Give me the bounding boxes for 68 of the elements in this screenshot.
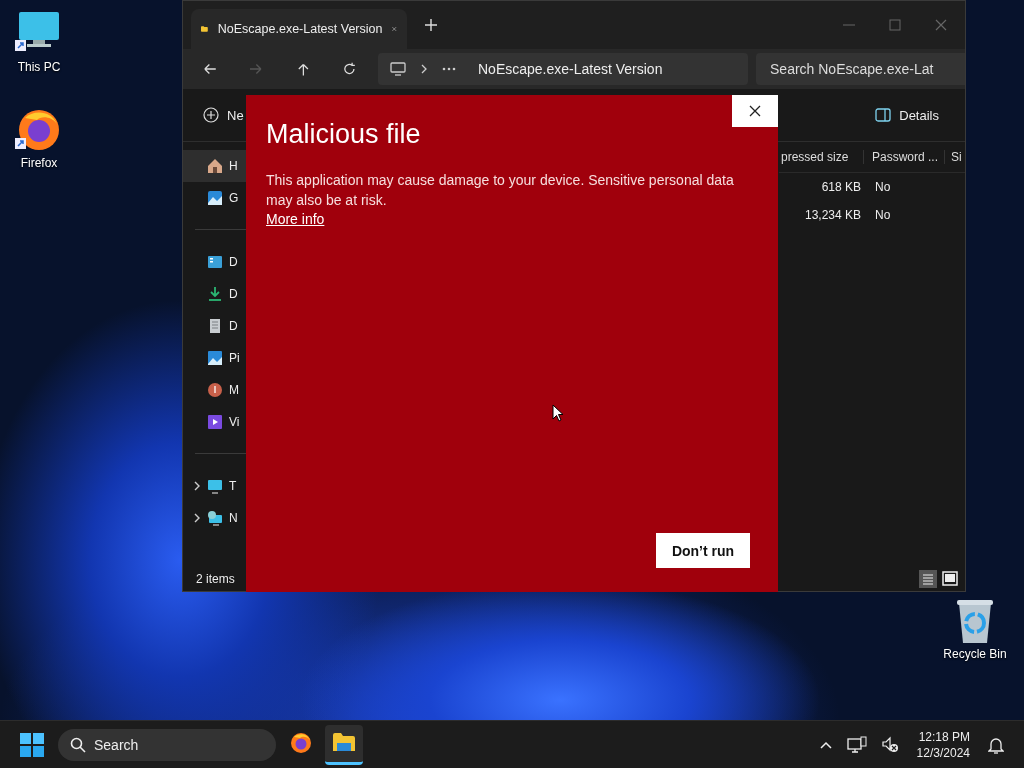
column-header[interactable]: Password ...: [864, 150, 945, 164]
preview-view-icon[interactable]: [941, 570, 959, 588]
network-icon[interactable]: [846, 735, 867, 754]
start-icon[interactable]: [20, 732, 44, 757]
table-cell-text: No: [874, 208, 891, 222]
new-button[interactable]: Ne: [203, 107, 244, 123]
address-path: NoEscape.exe-Latest Version: [478, 61, 663, 77]
close-icon: [749, 105, 761, 117]
sidebar-item[interactable]: Vi: [183, 406, 247, 438]
desktop-icon-label[interactable]: Recycle Bin: [943, 647, 1007, 661]
network-icon: [207, 510, 223, 526]
desktop-icon-label[interactable]: Firefox: [20, 156, 58, 170]
new-tab-icon[interactable]: [425, 19, 437, 31]
chevron-icon[interactable]: [193, 480, 201, 492]
chevron-icon[interactable]: [193, 512, 201, 524]
sidebar-item[interactable]: D: [183, 246, 247, 278]
close-button[interactable]: [732, 95, 778, 127]
chevron-icon[interactable]: [420, 63, 428, 75]
column-header[interactable]: pressed size: [779, 150, 864, 164]
tab-title: NoEscape.exe-Latest Version: [217, 22, 383, 36]
close-icon[interactable]: [935, 19, 947, 31]
computer-icon: [207, 478, 223, 494]
picture-icon: [207, 350, 223, 366]
table-cell-text: 13,234 KB: [803, 208, 861, 222]
address-bar[interactable]: NoEscape.exe-Latest Version: [378, 53, 748, 85]
details-pane-icon: [875, 108, 892, 122]
sidebar-item[interactable]: D: [183, 310, 247, 342]
search-field[interactable]: Search NoEscape.exe-Lat: [756, 53, 965, 85]
desktop-icon-label[interactable]: This PC: [17, 60, 61, 74]
document-icon: [207, 318, 223, 334]
video-icon: [207, 414, 223, 430]
sidebar-item[interactable]: M: [183, 374, 247, 406]
gallery-icon: [207, 190, 223, 206]
browser-icon: [289, 731, 313, 755]
warning-message: This application may cause damage to your device. Sensitive personal data may also be at risk.: [266, 171, 735, 210]
window-tab[interactable]: NoEscape.exe-Latest Version: [191, 9, 407, 49]
dont-run-button[interactable]: Don’t run: [656, 533, 750, 568]
computer-icon: [390, 62, 406, 76]
item-count: 2 items: [196, 572, 235, 586]
clock-time[interactable]: 12:18 PM: [918, 728, 970, 745]
mouse-cursor-icon: [552, 404, 564, 422]
bell-icon[interactable]: [988, 735, 1004, 754]
back-icon[interactable]: [203, 62, 216, 76]
clock-date[interactable]: 12/3/2024: [916, 744, 970, 761]
more-info-link[interactable]: More info: [266, 211, 325, 227]
up-arrow-icon[interactable]: [296, 62, 310, 76]
search-box[interactable]: Search: [58, 728, 276, 761]
sidebar-item[interactable]: G: [183, 182, 247, 214]
sidebar-item[interactable]: H: [183, 150, 247, 182]
muted-speaker-icon[interactable]: [880, 735, 899, 754]
sidebar-item[interactable]: T: [183, 470, 247, 502]
desktop-icon: [207, 254, 223, 270]
dialog-title: Malicious file: [266, 119, 422, 150]
refresh-icon[interactable]: [343, 62, 356, 76]
table-cell-text: No: [874, 180, 891, 194]
sidebar-item[interactable]: D: [183, 278, 247, 310]
more-icon[interactable]: [442, 67, 456, 71]
home-icon: [207, 158, 223, 174]
sidebar-item[interactable]: N: [183, 502, 247, 534]
sidebar-item[interactable]: Pi: [183, 342, 247, 374]
plus-icon: [203, 107, 219, 123]
table-cell-text: 618 KB: [820, 180, 861, 194]
column-header[interactable]: Si: [951, 150, 962, 164]
chevron-up-icon[interactable]: [818, 739, 833, 750]
details-button[interactable]: Details: [875, 107, 939, 123]
search-icon: [70, 736, 86, 753]
download-icon: [207, 286, 223, 302]
taskbar-app-button[interactable]: [325, 724, 363, 765]
